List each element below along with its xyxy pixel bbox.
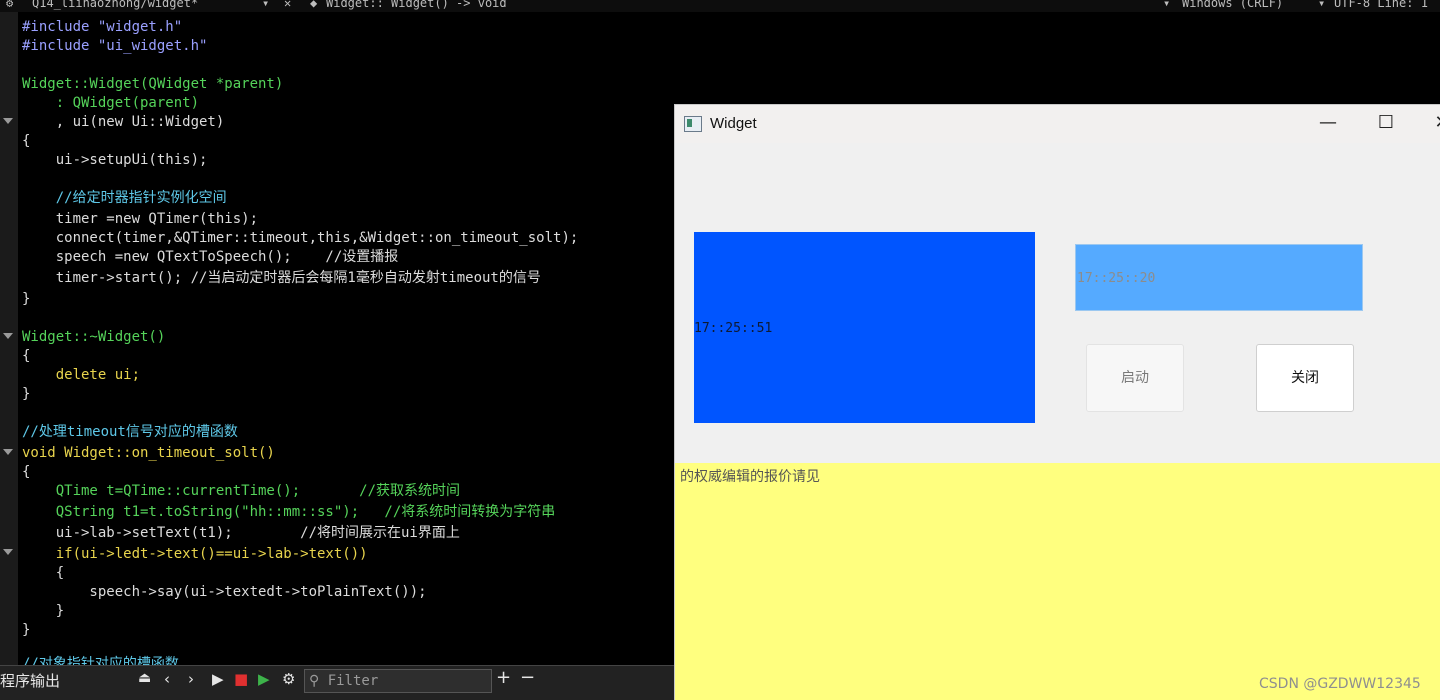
chevron-right-icon[interactable]: › [188,670,194,688]
run-icon[interactable]: ▶ [212,670,224,688]
code-line: { [22,565,65,581]
code-line: if(ui->ledt->text()==ui->lab->text()) [22,546,368,562]
stop-icon[interactable]: ■ [234,670,248,688]
debug-run-icon[interactable]: ▶ [258,670,270,688]
chevron-down-icon[interactable]: ▾ [262,0,269,9]
code-line: //给定时器指针实例化空间 [22,190,227,206]
code-line: : QWidget(parent) [22,95,200,111]
code-line: delete ui; [22,367,141,383]
time-line-edit-text: 17::25::20 [1077,271,1156,286]
code-line: { [22,133,31,149]
add-button[interactable]: + [496,667,511,688]
code-line: connect(timer,&QTimer::timeout,this,&Wid… [22,230,579,246]
code-line: speech =new QTextToSpeech(); //设置播报 [22,249,399,265]
fold-arrow-icon[interactable] [3,449,13,455]
fold-arrow-icon[interactable] [3,549,13,555]
code-line: Widget::~Widget() [22,329,166,345]
code-line: { [22,348,31,364]
code-line: } [22,603,65,619]
code-editor[interactable]: #include "widget.h" #include "ui_widget.… [18,12,674,665]
code-line: { [22,464,31,480]
remove-button[interactable]: − [520,667,535,688]
time-label: 17::25::51 [694,232,1035,423]
code-line: ui->lab->setText(t1); //将时间展示在ui界面上 [22,525,460,541]
code-line: #include "ui_widget.h" [22,38,208,54]
chevron-left-icon[interactable]: ‹ [164,670,170,688]
code-line: //处理timeout信号对应的槽函数 [22,424,238,440]
code-line: } [22,622,31,638]
close-window-button[interactable]: ✕ [1427,111,1440,135]
symbol-icon: ◆ [310,0,318,10]
chevron-down-icon[interactable]: ▾ [1318,0,1325,9]
app-icon [684,116,702,132]
code-line: timer->start(); //当启动定时器后会每隔1毫秒自动发射timeo… [22,270,541,286]
code-line: } [22,386,31,402]
code-line: Widget::Widget(QWidget *parent) [22,76,284,92]
code-line: void Widget::on_timeout_solt() [22,445,275,461]
time-line-edit[interactable]: 17::25::20 [1075,244,1363,311]
filter-placeholder: Filter [327,673,379,689]
text-edit-content: 的权威编辑的报价请见 [680,469,820,485]
close-file-icon[interactable]: ✕ [284,0,291,9]
fold-arrow-icon[interactable] [3,118,13,124]
close-button[interactable]: 关闭 [1256,344,1354,412]
code-line: QTime t=QTime::currentTime(); //获取系统时间 [22,483,461,499]
editor-toolbar: ⚙ Q14_liinaozhong/widget* ▾ ✕ ◆ Widget::… [0,0,1440,12]
symbol-selector[interactable]: Widget:: Widget() -> void [326,0,507,9]
code-line: timer =new QTimer(this); [22,211,259,227]
panel-label[interactable]: 程序输出 [0,670,60,691]
encoding-line-info[interactable]: UTF-8 Line: 1 [1334,0,1428,9]
code-line: , ui(new Ui::Widget) [22,114,225,130]
code-line: speech->say(ui->textedt->toPlainText()); [22,584,427,600]
window-title: Widget [710,115,757,132]
code-line: ui->setupUi(this); [22,152,208,168]
code-line: QString t1=t.toString("hh::mm::ss"); //将… [22,504,556,520]
attach-icon[interactable]: ⏏ [138,670,151,686]
filter-input[interactable]: ⚲ Filter [304,669,492,693]
search-icon: ⚲ [309,673,320,689]
fold-arrow-icon[interactable] [3,333,13,339]
window-titlebar[interactable]: Widget — ☐ ✕ [675,105,1440,143]
code-line: //对象指针对应的槽函数 [22,656,179,665]
watermark: CSDN @GZDWW12345 [1259,676,1421,692]
start-button[interactable]: 启动 [1086,344,1184,412]
line-ending-selector[interactable]: Windows (CRLF) [1182,0,1283,9]
text-edit[interactable]: 的权威编辑的报价请见 [675,463,1440,700]
editor-gutter [0,12,18,665]
code-line: #include "widget.h" [22,19,183,35]
file-selector[interactable]: Q14_liinaozhong/widget* [32,0,198,9]
chevron-down-icon[interactable]: ▾ [1163,0,1170,9]
output-panel-bar: 程序输出 ⏏ ‹ › ▶ ■ ▶ ⚙ ⚲ Filter + − [0,665,674,700]
code-line: } [22,291,31,307]
time-label-text: 17::25::51 [694,321,773,336]
gear-icon[interactable]: ⚙ [282,670,295,688]
maximize-button[interactable]: ☐ [1371,111,1401,135]
widget-window: Widget — ☐ ✕ 17::25::51 17::25::20 启动 关闭… [674,104,1440,700]
minimize-button[interactable]: — [1313,111,1343,135]
toolbar-icon[interactable]: ⚙ [6,0,13,9]
